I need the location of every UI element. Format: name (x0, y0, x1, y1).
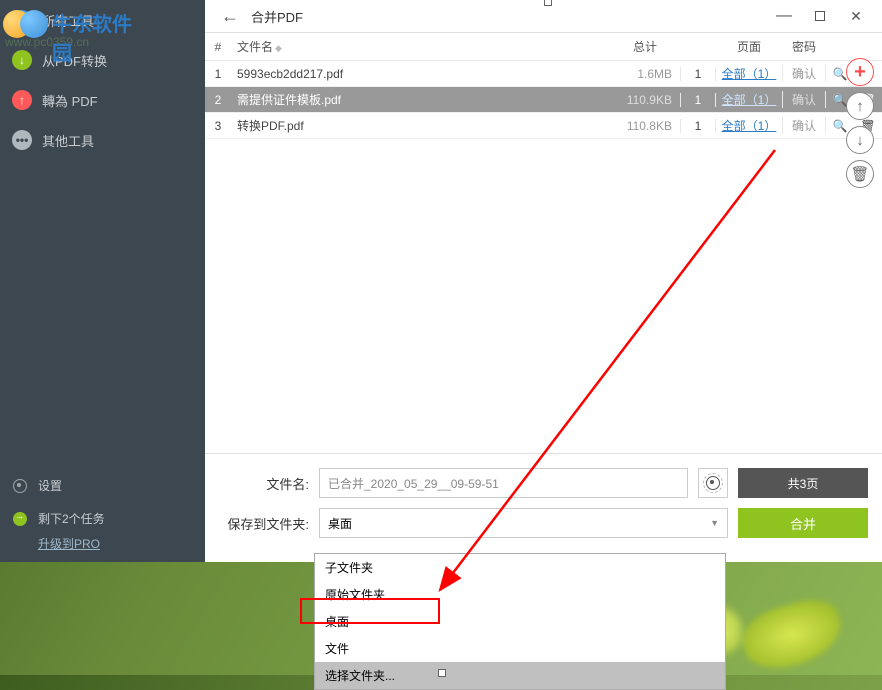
main-panel: ← 合并PDF — ✕ # 文件名◆ 总计 页面 密码 1 5993ecb2dd… (205, 0, 882, 562)
gear-icon (706, 476, 720, 490)
gear-icon (13, 479, 27, 493)
file-table: # 文件名◆ 总计 页面 密码 1 5993ecb2dd217.pdf 1.6M… (205, 32, 882, 139)
arrow-up-icon: ↑ (12, 90, 32, 110)
dropdown-item-original[interactable]: 原始文件夹 (315, 581, 725, 608)
dropdown-item-subfolder[interactable]: 子文件夹 (315, 554, 725, 581)
page-title: 合并PDF (251, 7, 303, 26)
resize-handle-icon (438, 669, 446, 677)
col-pwd-header: 密码 (782, 38, 826, 55)
col-num-header[interactable]: # (205, 40, 231, 54)
filename-settings-button[interactable] (698, 468, 728, 498)
col-total-header: 总计 (610, 38, 680, 55)
pages-link[interactable]: 全部（1） (722, 67, 777, 81)
bottom-controls: 文件名: 共3页 保存到文件夹: 桌面 ▼ 合并 (205, 453, 882, 562)
resize-handle-icon (544, 0, 552, 6)
filename-label: 文件名: (219, 474, 309, 493)
app-window: 牛东软件园 www.pc0359.cn ⊞ 所有工具 ↓ 从PDF转换 ↑ 轉為… (0, 0, 882, 562)
col-pages-header: 页面 (716, 38, 782, 55)
dropdown-item-file[interactable]: 文件 (315, 635, 725, 662)
filename-input[interactable] (319, 468, 688, 498)
settings-label: 设置 (38, 477, 62, 494)
back-button[interactable]: ← (213, 6, 247, 27)
pages-link[interactable]: 全部（1） (722, 119, 777, 133)
tasks-button[interactable]: 剩下2个任务 (0, 502, 205, 535)
sidebar-item-other[interactable]: ••• 其他工具 (0, 120, 205, 160)
trash-button[interactable]: 🗑 (846, 160, 874, 188)
merge-button[interactable]: 合并 (738, 508, 868, 538)
save-label: 保存到文件夹: (219, 514, 309, 533)
arrow-down-icon: ↓ (12, 50, 32, 70)
minimize-button[interactable]: — (766, 2, 802, 30)
table-header: # 文件名◆ 总计 页面 密码 (205, 33, 882, 61)
settings-button[interactable]: 设置 (0, 469, 205, 502)
pages-link[interactable]: 全部（1） (722, 93, 777, 107)
sidebar: ⊞ 所有工具 ↓ 从PDF转换 ↑ 轉為 PDF ••• 其他工具 设置 (0, 0, 205, 562)
dropdown-item-desktop[interactable]: 桌面 (315, 608, 725, 635)
dots-icon: ••• (12, 130, 32, 150)
sidebar-item-topdf[interactable]: ↑ 轉為 PDF (0, 80, 205, 120)
sort-icon: ◆ (275, 43, 282, 53)
table-row[interactable]: 1 5993ecb2dd217.pdf 1.6MB 1 全部（1） 确认 🔍 🗑 (205, 61, 882, 87)
save-folder-dropdown[interactable]: 桌面 ▼ (319, 508, 728, 538)
table-row[interactable]: 3 转换PDF.pdf 110.8KB 1 全部（1） 确认 🔍 🗑 (205, 113, 882, 139)
upgrade-link[interactable]: 升级到PRO (0, 535, 205, 552)
sidebar-item-label: 其他工具 (42, 131, 94, 150)
logo-text: 牛东软件园 (52, 8, 140, 66)
sidebar-item-label: 轉為 PDF (42, 91, 98, 110)
col-name-header[interactable]: 文件名◆ (231, 38, 610, 55)
close-button[interactable]: ✕ (838, 2, 874, 30)
maximize-button[interactable] (802, 2, 838, 30)
tasks-label: 剩下2个任务 (38, 510, 105, 527)
table-row[interactable]: 2 需提供证件模板.pdf 110.9KB 1 全部（1） 确认 🔍 🗑 (205, 87, 882, 113)
move-up-button[interactable]: ↑ (846, 92, 874, 120)
chevron-down-icon: ▼ (710, 518, 719, 528)
floating-toolbar: + ↑ ↓ 🗑 (846, 58, 874, 188)
total-pages-button[interactable]: 共3页 (738, 468, 868, 498)
logo-overlay: 牛东软件园 (0, 0, 140, 40)
move-down-button[interactable]: ↓ (846, 126, 874, 154)
dropdown-menu: 子文件夹 原始文件夹 桌面 文件 选择文件夹... (314, 553, 726, 690)
add-button[interactable]: + (846, 58, 874, 86)
tasks-icon (13, 512, 27, 526)
dropdown-item-choose[interactable]: 选择文件夹... (315, 662, 725, 689)
